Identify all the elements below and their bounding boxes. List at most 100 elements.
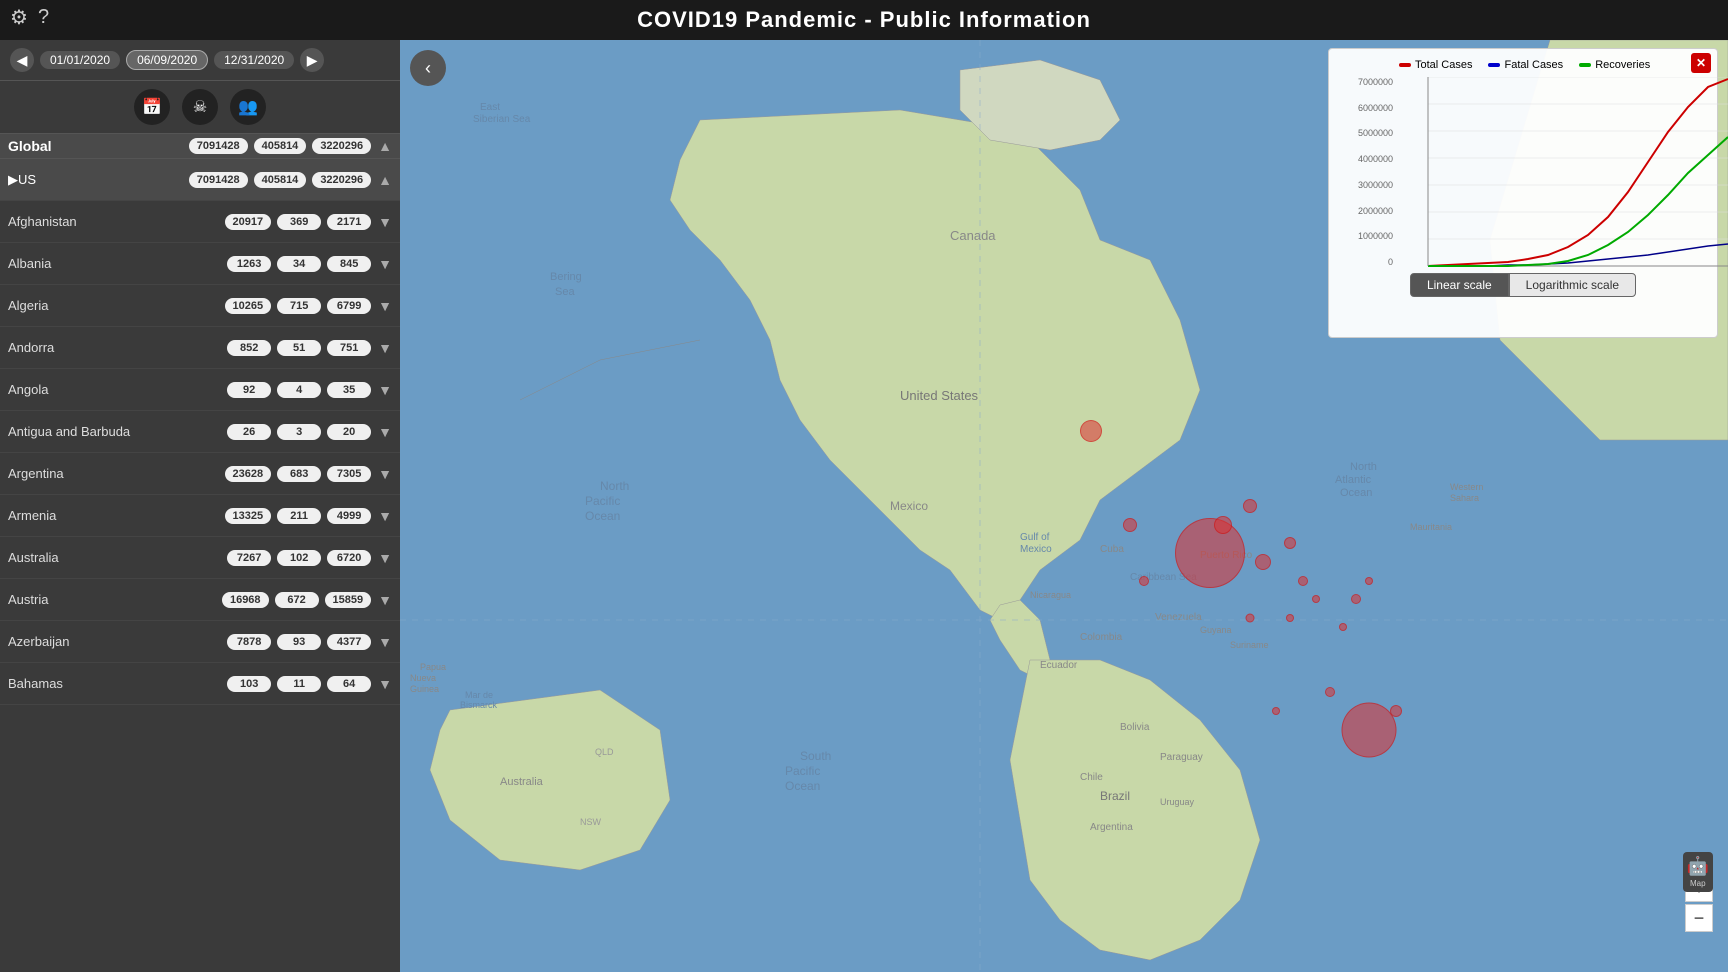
expand-button[interactable]: ▼ — [378, 214, 392, 230]
svg-text:Mar de: Mar de — [465, 690, 493, 700]
back-button[interactable]: ‹ — [410, 50, 446, 86]
expand-button[interactable]: ▼ — [378, 424, 392, 440]
linear-scale-button[interactable]: Linear scale — [1410, 273, 1509, 297]
country-name: Angola — [8, 382, 224, 397]
selected-recovered: 3220296 — [312, 172, 371, 188]
legend-fatal: Fatal Cases — [1488, 59, 1563, 71]
map-attribution: 🤖 Map — [1683, 852, 1713, 892]
help-icon[interactable]: ? — [38, 6, 49, 29]
expand-button[interactable]: ▼ — [378, 298, 392, 314]
zoom-out-button[interactable]: − — [1685, 904, 1713, 932]
date-nav-bar: ◀ 01/01/2020 06/09/2020 12/31/2020 ▶ — [0, 40, 400, 81]
top-left-icons: ⚙ ? — [10, 5, 49, 30]
svg-text:Canada: Canada — [950, 228, 996, 243]
logarithmic-scale-button[interactable]: Logarithmic scale — [1509, 273, 1636, 297]
skull-button[interactable]: ☠ — [182, 89, 218, 125]
svg-text:Mexico: Mexico — [1020, 544, 1052, 555]
svg-text:Siberian Sea: Siberian Sea — [473, 114, 531, 125]
expand-button[interactable]: ▼ — [378, 256, 392, 272]
total-stat: 7878 — [227, 634, 271, 650]
svg-text:United States: United States — [900, 388, 979, 403]
svg-text:North: North — [1350, 461, 1377, 473]
svg-text:Guyana: Guyana — [1200, 625, 1232, 635]
expand-button[interactable]: ▼ — [378, 550, 392, 566]
svg-text:Western: Western — [1450, 482, 1483, 492]
robot-icon: 🤖 — [1687, 856, 1709, 877]
chart-canvas: Jan 23 Feb 11 Mar 02 Mar 22 Apr 10 Apr 3… — [1399, 77, 1728, 267]
global-row[interactable]: Global 7091428 405814 3220296 ▲ — [0, 134, 400, 159]
date-end-pill[interactable]: 12/31/2020 — [214, 51, 294, 69]
svg-text:Bering: Bering — [550, 271, 582, 283]
table-row[interactable]: Argentina 23628 683 7305 ▼ — [0, 453, 400, 495]
total-stat: 26 — [227, 424, 271, 440]
expand-button[interactable]: ▼ — [378, 340, 392, 356]
table-row[interactable]: Azerbaijan 7878 93 4377 ▼ — [0, 621, 400, 663]
table-row[interactable]: Antigua and Barbuda 26 3 20 ▼ — [0, 411, 400, 453]
total-stat: 23628 — [225, 466, 272, 482]
country-name: Austria — [8, 592, 219, 607]
left-panel: ◀ 01/01/2020 06/09/2020 12/31/2020 ▶ 📅 ☠… — [0, 40, 400, 972]
country-name: Armenia — [8, 508, 222, 523]
svg-text:QLD: QLD — [595, 747, 614, 757]
expand-button[interactable]: ▼ — [378, 676, 392, 692]
table-row[interactable]: Algeria 10265 715 6799 ▼ — [0, 285, 400, 327]
expand-button[interactable]: ▼ — [378, 382, 392, 398]
scale-buttons: Linear scale Logarithmic scale — [1339, 273, 1707, 297]
country-list: Afghanistan 20917 369 2171 ▼ Albania 126… — [0, 201, 400, 705]
chart-close-button[interactable]: ✕ — [1691, 53, 1711, 73]
svg-text:Guinea: Guinea — [410, 684, 439, 694]
svg-text:Ocean: Ocean — [785, 779, 820, 793]
fatal-stat: 369 — [277, 214, 321, 230]
table-row[interactable]: Armenia 13325 211 4999 ▼ — [0, 495, 400, 537]
expand-button[interactable]: ▼ — [378, 466, 392, 482]
legend-fatal-label: Fatal Cases — [1504, 59, 1563, 71]
svg-text:Puerto Rico: Puerto Rico — [1200, 550, 1253, 561]
svg-text:Australia: Australia — [500, 776, 544, 788]
svg-text:Pacific: Pacific — [585, 494, 620, 508]
table-row[interactable]: Afghanistan 20917 369 2171 ▼ — [0, 201, 400, 243]
attribution-text: Map — [1690, 879, 1706, 888]
next-date-button[interactable]: ▶ — [300, 48, 324, 72]
action-icons-bar: 📅 ☠ 👥 — [0, 81, 400, 134]
y-axis-labels: 7000000 6000000 5000000 4000000 3000000 … — [1339, 77, 1397, 267]
table-row[interactable]: Albania 1263 34 845 ▼ — [0, 243, 400, 285]
country-name: Bahamas — [8, 676, 224, 691]
date-start-pill[interactable]: 01/01/2020 — [40, 51, 120, 69]
selected-country-row[interactable]: ▶US 7091428 405814 3220296 ▲ — [0, 159, 400, 201]
recovered-stat: 64 — [327, 676, 371, 692]
gear-icon[interactable]: ⚙ — [10, 5, 28, 30]
svg-text:Argentina: Argentina — [1090, 822, 1133, 833]
calendar-button[interactable]: 📅 — [134, 89, 170, 125]
svg-text:Uruguay: Uruguay — [1160, 797, 1195, 807]
table-row[interactable]: Australia 7267 102 6720 ▼ — [0, 537, 400, 579]
svg-text:Nueva: Nueva — [410, 673, 436, 683]
svg-text:Brazil: Brazil — [1100, 789, 1130, 803]
expand-button[interactable]: ▼ — [378, 508, 392, 524]
chart-panel: ✕ Total Cases Fatal Cases Recoveries 700… — [1328, 48, 1718, 338]
legend-recoveries-label: Recoveries — [1595, 59, 1650, 71]
selected-expand-btn[interactable]: ▲ — [378, 172, 392, 188]
selected-total: 7091428 — [189, 172, 248, 188]
expand-button[interactable]: ▼ — [378, 592, 392, 608]
recovered-stat: 4999 — [327, 508, 371, 524]
global-expand-btn[interactable]: ▲ — [378, 138, 392, 154]
table-row[interactable]: Andorra 852 51 751 ▼ — [0, 327, 400, 369]
table-row[interactable]: Angola 92 4 35 ▼ — [0, 369, 400, 411]
table-row[interactable]: Bahamas 103 11 64 ▼ — [0, 663, 400, 705]
selected-fatal: 405814 — [254, 172, 307, 188]
svg-text:Bismarck: Bismarck — [460, 700, 498, 710]
svg-text:Sea: Sea — [555, 286, 575, 298]
svg-text:Atlantic: Atlantic — [1335, 474, 1372, 486]
svg-text:North: North — [600, 479, 629, 493]
global-fatal: 405814 — [254, 138, 307, 154]
prev-date-button[interactable]: ◀ — [10, 48, 34, 72]
svg-text:East: East — [480, 102, 500, 113]
table-row[interactable]: Austria 16968 672 15859 ▼ — [0, 579, 400, 621]
page-title: COVID19 Pandemic - Public Information — [637, 7, 1091, 33]
expand-button[interactable]: ▼ — [378, 634, 392, 650]
total-stat: 7267 — [227, 550, 271, 566]
recovered-stat: 2171 — [327, 214, 371, 230]
people-button[interactable]: 👥 — [230, 89, 266, 125]
chart-wrapper: 7000000 6000000 5000000 4000000 3000000 … — [1339, 77, 1707, 267]
date-current-pill[interactable]: 06/09/2020 — [126, 50, 208, 70]
